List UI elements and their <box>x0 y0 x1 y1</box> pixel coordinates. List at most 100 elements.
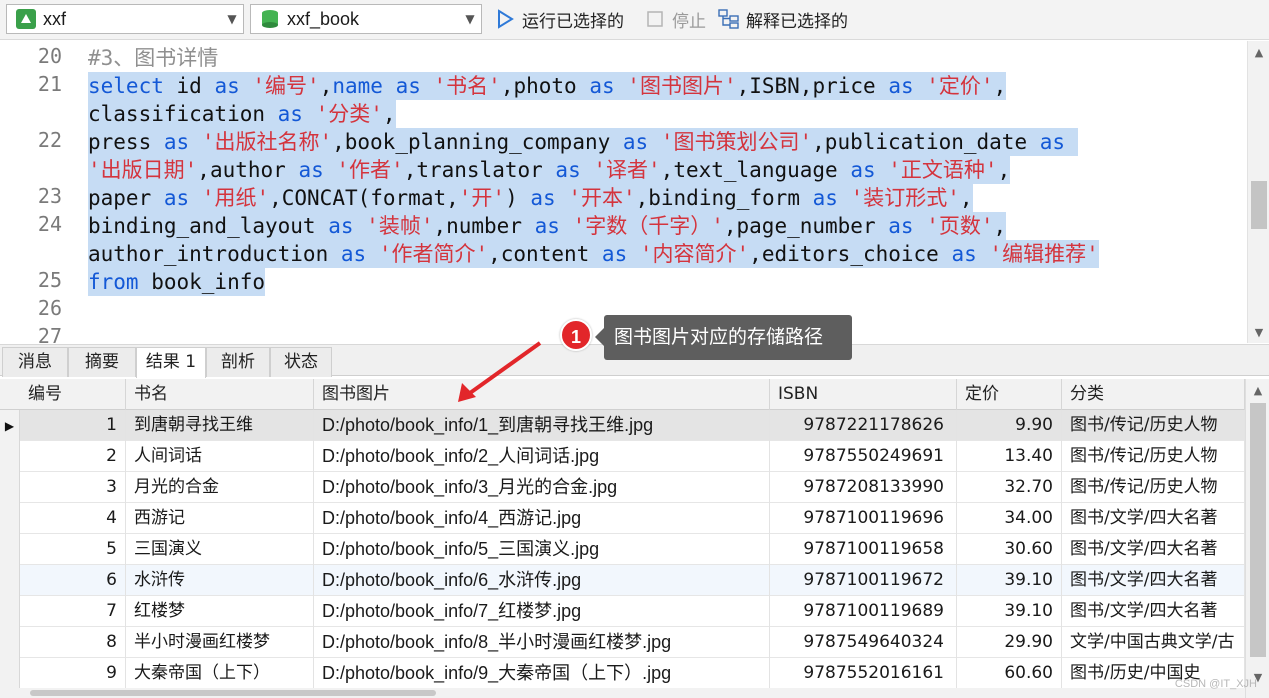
table-row[interactable]: 6 水浒传 D:/photo/book_info/6_水浒传.jpg 97871001… <box>0 565 1245 596</box>
cell-id[interactable]: 3 <box>20 472 126 503</box>
cell-photo[interactable]: D:/photo/book_info/3_月光的合金.jpg <box>314 472 770 503</box>
cell-category[interactable]: 图书/传记/历史人物 <box>1062 472 1245 503</box>
cell-isbn[interactable]: 9787552016161 <box>770 658 957 689</box>
scroll-up-icon[interactable]: ▲ <box>1246 381 1269 399</box>
scroll-up-icon[interactable]: ▲ <box>1248 43 1269 61</box>
explain-selected-button[interactable]: 解释已选择的 <box>718 4 848 34</box>
grid-horizontal-scrollbar[interactable] <box>0 688 1245 698</box>
cell-category[interactable]: 图书/传记/历史人物 <box>1062 410 1245 441</box>
cell-photo[interactable]: D:/photo/book_info/5_三国演义.jpg <box>314 534 770 565</box>
cell-name[interactable]: 半小时漫画红楼梦 <box>126 627 314 658</box>
cell-photo[interactable]: D:/photo/book_info/8_半小时漫画红楼梦.jpg <box>314 627 770 658</box>
cell-category[interactable]: 图书/文学/四大名著 <box>1062 534 1245 565</box>
cell-price[interactable]: 13.40 <box>957 441 1062 472</box>
database-select[interactable]: xxf_book ▼ <box>250 4 482 34</box>
cell-photo[interactable]: D:/photo/book_info/9_大秦帝国（上下）.jpg <box>314 658 770 689</box>
cell-category[interactable]: 图书/文学/四大名著 <box>1062 565 1245 596</box>
cell-category[interactable]: 图书/文学/四大名著 <box>1062 596 1245 627</box>
cell-category[interactable]: 文学/中国古典文学/古 <box>1062 627 1245 658</box>
cell-isbn[interactable]: 9787550249691 <box>770 441 957 472</box>
cell-price[interactable]: 39.10 <box>957 596 1062 627</box>
tab-profile[interactable]: 剖析 <box>206 347 270 377</box>
chevron-down-icon[interactable]: ▼ <box>459 5 481 33</box>
row-selector[interactable] <box>0 658 20 689</box>
cell-isbn[interactable]: 9787208133990 <box>770 472 957 503</box>
cell-name[interactable]: 西游记 <box>126 503 314 534</box>
row-selector[interactable] <box>0 441 20 472</box>
column-header-price[interactable]: 定价 <box>957 379 1062 410</box>
tab-summary[interactable]: 摘要 <box>68 347 136 377</box>
cell-name[interactable]: 到唐朝寻找王维 <box>126 410 314 441</box>
cell-id[interactable]: 2 <box>20 441 126 472</box>
grid-vertical-scrollbar[interactable]: ▲ ▼ <box>1245 379 1269 698</box>
column-header-name[interactable]: 书名 <box>126 379 314 410</box>
cell-price[interactable]: 34.00 <box>957 503 1062 534</box>
cell-isbn[interactable]: 9787221178626 <box>770 410 957 441</box>
row-selector[interactable] <box>0 596 20 627</box>
table-row[interactable]: 5 三国演义 D:/photo/book_info/5_三国演义.jpg 978710… <box>0 534 1245 565</box>
tab-status[interactable]: 状态 <box>270 347 332 377</box>
cell-price[interactable]: 32.70 <box>957 472 1062 503</box>
cell-id[interactable]: 9 <box>20 658 126 689</box>
cell-photo[interactable]: D:/photo/book_info/6_水浒传.jpg <box>314 565 770 596</box>
cell-id[interactable]: 4 <box>20 503 126 534</box>
column-header-photo[interactable]: 图书图片 <box>314 379 770 410</box>
table-row[interactable]: 9 大秦帝国（上下） D:/photo/book_info/9_大秦帝国（上下）.j… <box>0 658 1245 689</box>
cell-price[interactable]: 60.60 <box>957 658 1062 689</box>
cell-isbn[interactable]: 9787549640324 <box>770 627 957 658</box>
cell-name[interactable]: 水浒传 <box>126 565 314 596</box>
cell-isbn[interactable]: 9787100119689 <box>770 596 957 627</box>
sql-editor[interactable]: 20 21 22 23 24 25 26 27 #3、图书详情 select i… <box>0 41 1269 343</box>
tab-result-1[interactable]: 结果 1 <box>136 347 206 378</box>
result-grid[interactable]: 编号 书名 图书图片 ISBN 定价 分类 ▶ 1 到唐朝寻找王维 D:/photo/… <box>0 379 1269 698</box>
cell-photo[interactable]: D:/photo/book_info/1_到唐朝寻找王维.jpg <box>314 410 770 441</box>
current-row-icon[interactable]: ▶ <box>0 410 20 441</box>
run-selected-button[interactable]: 运行已选择的 <box>494 4 624 34</box>
row-selector[interactable] <box>0 472 20 503</box>
cell-price[interactable]: 30.60 <box>957 534 1062 565</box>
table-row[interactable]: 3 月光的合金 D:/photo/book_info/3_月光的合金.jpg 9787… <box>0 472 1245 503</box>
connection-select[interactable]: xxf ▼ <box>6 4 244 34</box>
row-selector[interactable] <box>0 627 20 658</box>
chevron-down-icon[interactable]: ▼ <box>221 5 243 33</box>
cell-isbn[interactable]: 9787100119696 <box>770 503 957 534</box>
cell-id[interactable]: 1 <box>20 410 126 441</box>
cell-name[interactable]: 大秦帝国（上下） <box>126 658 314 689</box>
scroll-thumb[interactable] <box>30 690 436 696</box>
cell-name[interactable]: 红楼梦 <box>126 596 314 627</box>
tab-messages[interactable]: 消息 <box>2 347 68 377</box>
scroll-thumb[interactable] <box>1251 181 1267 229</box>
stop-button[interactable]: 停止 <box>644 4 706 34</box>
table-row[interactable]: 7 红楼梦 D:/photo/book_info/7_红楼梦.jpg 97871001… <box>0 596 1245 627</box>
column-header-category[interactable]: 分类 <box>1062 379 1245 410</box>
cell-id[interactable]: 8 <box>20 627 126 658</box>
cell-id[interactable]: 6 <box>20 565 126 596</box>
cell-id[interactable]: 5 <box>20 534 126 565</box>
scroll-thumb[interactable] <box>1250 403 1266 657</box>
cell-photo[interactable]: D:/photo/book_info/7_红楼梦.jpg <box>314 596 770 627</box>
cell-photo[interactable]: D:/photo/book_info/2_人间词话.jpg <box>314 441 770 472</box>
row-selector[interactable] <box>0 503 20 534</box>
cell-price[interactable]: 29.90 <box>957 627 1062 658</box>
column-header-id[interactable]: 编号 <box>20 379 126 410</box>
cell-name[interactable]: 月光的合金 <box>126 472 314 503</box>
editor-vertical-scrollbar[interactable]: ▲ ▼ <box>1247 41 1269 343</box>
cell-category[interactable]: 图书/文学/四大名著 <box>1062 503 1245 534</box>
row-selector[interactable] <box>0 565 20 596</box>
table-row[interactable]: 8 半小时漫画红楼梦 D:/photo/book_info/8_半小时漫画红楼梦.j… <box>0 627 1245 658</box>
cell-isbn[interactable]: 9787100119672 <box>770 565 957 596</box>
cell-id[interactable]: 7 <box>20 596 126 627</box>
cell-isbn[interactable]: 9787100119658 <box>770 534 957 565</box>
cell-price[interactable]: 9.90 <box>957 410 1062 441</box>
scroll-down-icon[interactable]: ▼ <box>1248 323 1269 341</box>
cell-category[interactable]: 图书/传记/历史人物 <box>1062 441 1245 472</box>
table-row[interactable]: 4 西游记 D:/photo/book_info/4_西游记.jpg 97871001… <box>0 503 1245 534</box>
cell-photo[interactable]: D:/photo/book_info/4_西游记.jpg <box>314 503 770 534</box>
table-row[interactable]: ▶ 1 到唐朝寻找王维 D:/photo/book_info/1_到唐朝寻找王维.jp… <box>0 410 1245 441</box>
cell-price[interactable]: 39.10 <box>957 565 1062 596</box>
cell-name[interactable]: 三国演义 <box>126 534 314 565</box>
column-header-isbn[interactable]: ISBN <box>770 379 957 410</box>
table-row[interactable]: 2 人间词话 D:/photo/book_info/2_人间词话.jpg 978755… <box>0 441 1245 472</box>
row-selector[interactable] <box>0 534 20 565</box>
cell-name[interactable]: 人间词话 <box>126 441 314 472</box>
